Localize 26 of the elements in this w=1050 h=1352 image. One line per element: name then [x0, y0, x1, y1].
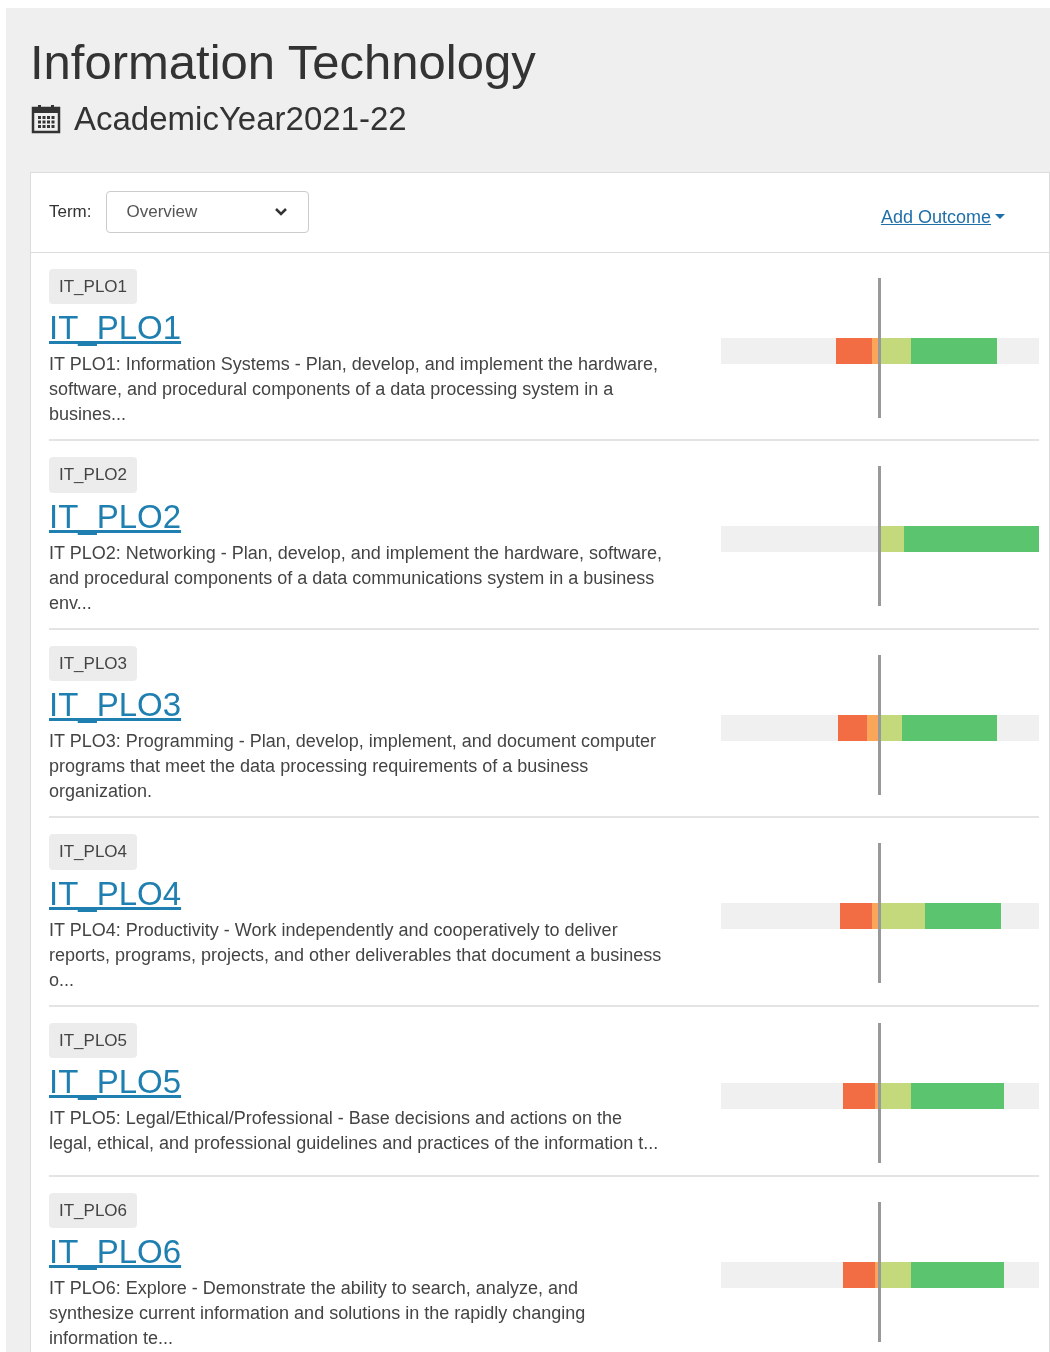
page-title: Information Technology [30, 34, 537, 90]
outcome-description: IT PLO6: Explore - Demonstrate the ability to search, analyze, and synthesize current information and solutions in the rapidly changing information te... [49, 1277, 587, 1350]
caret-icon [995, 214, 1005, 220]
outcome-link[interactable]: IT_PLO2 [49, 496, 182, 537]
academic-year: AcademicYear2021-22 [74, 99, 407, 139]
outcome-description: IT PLO5: Legal/Ethical/Professional - Base decisions and actions on the legal, ethical, and professional guidelines and practices of the information t... [49, 1107, 660, 1155]
outcome-link[interactable]: IT_PLO3 [49, 685, 182, 725]
outcome-description: IT PLO4: Productivity - Work independently and cooperatively to deliver reports, programs, projects, and other deliverables that document a business o... [49, 918, 663, 992]
term-select[interactable]: Overview [105, 191, 309, 233]
outcome-description: IT PLO3: Programming - Plan, develop, implement, and document computer programs that meet the data processing requirements of a business organization. [49, 730, 657, 803]
outcome-link[interactable]: IT_PLO4 [49, 873, 182, 914]
outcome-link[interactable]: IT_PLO1 [49, 308, 182, 348]
chevron-icon [273, 207, 288, 217]
outcome-link[interactable]: IT_PLO5 [49, 1062, 182, 1102]
outcome-description: IT PLO2: Networking - Plan, develop, and implement the hardware, software, and procedural components of a data communications system in a business env... [49, 541, 663, 615]
outcome-link[interactable]: IT_PLO6 [49, 1232, 182, 1272]
outcome-tag: IT_PLO6 [49, 1192, 138, 1228]
outcome-description: IT PLO1: Information Systems - Plan, develop, and implement the hardware, software, and procedural components of a data processing system in a busines... [49, 353, 659, 426]
calendar-icon [30, 102, 62, 135]
outcome-tag: IT_PLO1 [49, 268, 138, 304]
outcome-tag: IT_PLO2 [49, 457, 138, 493]
outcome-tag: IT_PLO3 [49, 645, 138, 681]
outcome-tag: IT_PLO4 [49, 834, 138, 870]
add-outcome-link[interactable]: Add Outcome [880, 203, 1005, 231]
term-label: Term: [49, 201, 92, 224]
outcome-tag: IT_PLO5 [49, 1022, 138, 1058]
